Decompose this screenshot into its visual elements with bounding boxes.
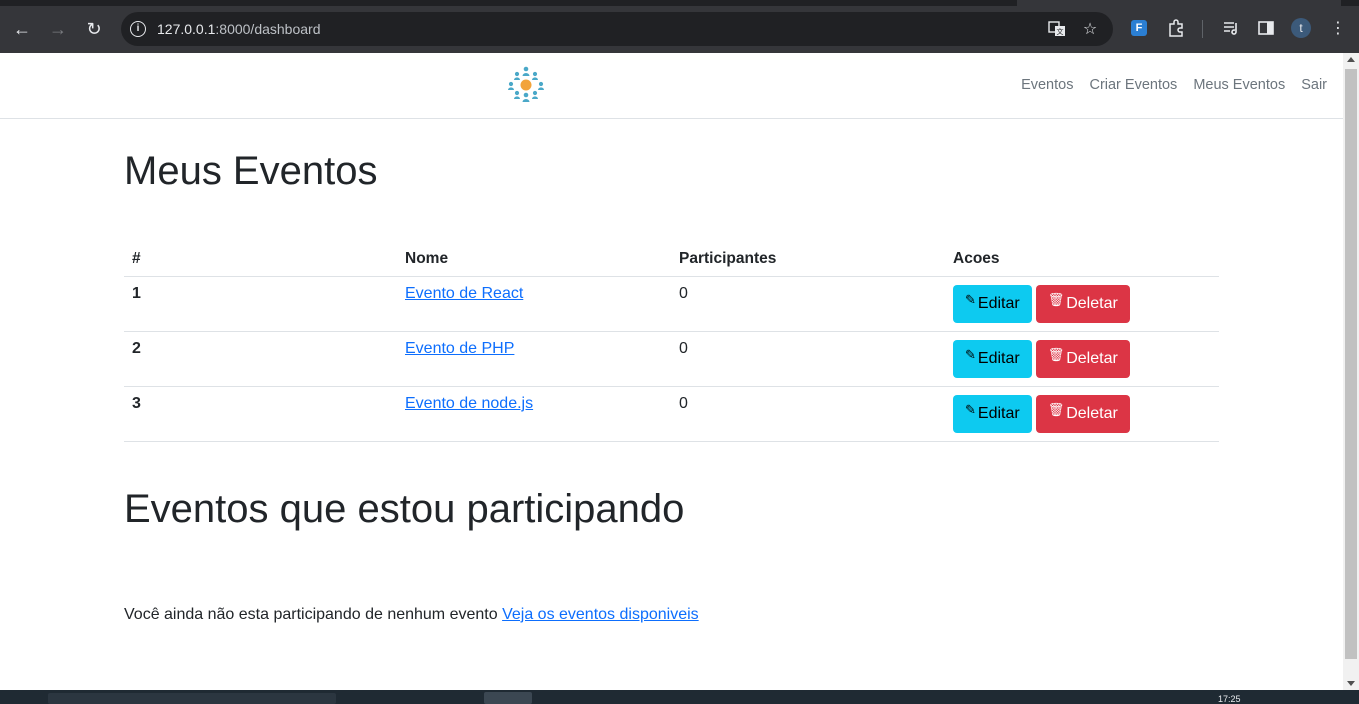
- address-bar[interactable]: i 127.0.0.1:8000/dashboard 文 ☆: [121, 12, 1113, 46]
- taskbar-search-box[interactable]: [48, 693, 336, 704]
- profile-avatar[interactable]: t: [1291, 18, 1311, 38]
- row-name-cell: Evento de node.js: [397, 386, 671, 442]
- row-participants: 0: [671, 386, 945, 442]
- participating-title: Eventos que estou participando: [124, 487, 685, 531]
- browser-toolbar: ← → ↻ i 127.0.0.1:8000/dashboard 文 ☆ F t…: [0, 0, 1359, 53]
- scroll-up-icon[interactable]: [1347, 57, 1355, 62]
- empty-message-text: Você ainda não esta participando de nenh…: [124, 606, 498, 623]
- forward-icon[interactable]: →: [46, 17, 70, 41]
- profile-initial: t: [1291, 18, 1311, 38]
- svg-text:文: 文: [1057, 27, 1064, 36]
- translate-icon[interactable]: 文: [1048, 20, 1066, 38]
- extension-badge: F: [1131, 20, 1147, 36]
- trash-icon: 🗑: [1047, 292, 1065, 307]
- page-scrollbar[interactable]: [1343, 53, 1359, 690]
- nav-criar-eventos[interactable]: Criar Eventos: [1081, 77, 1185, 93]
- row-participants: 0: [671, 331, 945, 387]
- row-number: 3: [124, 386, 397, 442]
- edit-button[interactable]: ✎ Editar: [953, 395, 1032, 433]
- page-viewport: Eventos Criar Eventos Meus Eventos Sair …: [0, 53, 1343, 690]
- url-host: 127.0.0.1: [157, 21, 216, 37]
- delete-button[interactable]: 🗑 Deletar: [1035, 340, 1130, 378]
- nav-eventos[interactable]: Eventos: [1013, 77, 1081, 93]
- extension-f-icon[interactable]: F: [1129, 18, 1149, 38]
- row-number: 1: [124, 276, 397, 332]
- edit-label: Editar: [977, 405, 1020, 422]
- address-url[interactable]: 127.0.0.1:8000/dashboard: [157, 21, 320, 37]
- table-row: 2 Evento de PHP 0 ✎ Editar 🗑 Deletar: [124, 331, 1219, 387]
- back-icon[interactable]: ←: [10, 17, 34, 41]
- row-name-cell: Evento de PHP: [397, 331, 671, 387]
- event-link[interactable]: Evento de PHP: [405, 340, 514, 357]
- delete-label: Deletar: [1066, 350, 1118, 367]
- table-row: 1 Evento de React 0 ✎ Editar 🗑 Deletar: [124, 276, 1219, 332]
- edit-icon: ✎: [965, 347, 976, 362]
- edit-button[interactable]: ✎ Editar: [953, 285, 1032, 323]
- delete-button[interactable]: 🗑 Deletar: [1035, 395, 1130, 433]
- column-header-number: #: [124, 233, 397, 277]
- edit-icon: ✎: [965, 402, 976, 417]
- trash-icon: 🗑: [1047, 347, 1065, 362]
- tab-strip: [0, 0, 1359, 6]
- taskbar-clock[interactable]: 17:25: [1218, 695, 1241, 704]
- my-events-table: # Nome Participantes Acoes 1 Evento de R…: [124, 233, 1219, 442]
- bookmark-star-icon[interactable]: ☆: [1081, 20, 1099, 38]
- row-name-cell: Evento de React: [397, 276, 671, 332]
- event-link[interactable]: Evento de React: [405, 285, 523, 302]
- table-row: 3 Evento de node.js 0 ✎ Editar 🗑 Deletar: [124, 386, 1219, 442]
- edit-label: Editar: [977, 350, 1020, 367]
- edit-label: Editar: [977, 295, 1020, 312]
- edit-button[interactable]: ✎ Editar: [953, 340, 1032, 378]
- event-link[interactable]: Evento de node.js: [405, 395, 533, 412]
- row-number: 2: [124, 331, 397, 387]
- row-actions: ✎ Editar 🗑 Deletar: [945, 276, 1219, 332]
- browser-menu-icon[interactable]: ⋮: [1328, 18, 1348, 38]
- nav-sair[interactable]: Sair: [1293, 77, 1335, 93]
- edit-icon: ✎: [965, 292, 976, 307]
- nav-meus-eventos[interactable]: Meus Eventos: [1185, 77, 1293, 93]
- column-header-actions: Acoes: [945, 233, 1219, 277]
- scroll-down-icon[interactable]: [1347, 681, 1355, 686]
- row-actions: ✎ Editar 🗑 Deletar: [945, 331, 1219, 387]
- taskbar-active-app[interactable]: [484, 692, 532, 704]
- delete-label: Deletar: [1066, 295, 1118, 312]
- table-header-row: # Nome Participantes Acoes: [124, 233, 1219, 277]
- row-actions: ✎ Editar 🗑 Deletar: [945, 386, 1219, 442]
- url-path: :8000/dashboard: [215, 21, 321, 37]
- delete-button[interactable]: 🗑 Deletar: [1035, 285, 1130, 323]
- extensions-puzzle-icon[interactable]: [1166, 18, 1186, 38]
- available-events-link[interactable]: Veja os eventos disponiveis: [502, 606, 699, 623]
- site-info-icon[interactable]: i: [130, 21, 146, 37]
- scroll-thumb[interactable]: [1345, 69, 1357, 659]
- delete-label: Deletar: [1066, 405, 1118, 422]
- reading-list-icon[interactable]: [1221, 18, 1241, 38]
- main-nav: Eventos Criar Eventos Meus Eventos Sair: [1013, 77, 1335, 93]
- site-header: Eventos Criar Eventos Meus Eventos Sair: [0, 53, 1343, 119]
- row-participants: 0: [671, 276, 945, 332]
- column-header-name: Nome: [397, 233, 671, 277]
- reload-icon[interactable]: ↻: [82, 17, 106, 41]
- page-title: Meus Eventos: [124, 149, 378, 193]
- column-header-participants: Participantes: [671, 233, 945, 277]
- toolbar-separator: [1202, 20, 1203, 38]
- site-logo-icon[interactable]: [504, 65, 548, 105]
- active-tab[interactable]: [1017, 0, 1341, 6]
- os-taskbar: 17:25: [0, 690, 1359, 704]
- side-panel-icon[interactable]: [1256, 18, 1276, 38]
- empty-message: Você ainda não esta participando de nenh…: [124, 606, 699, 624]
- trash-icon: 🗑: [1047, 402, 1065, 417]
